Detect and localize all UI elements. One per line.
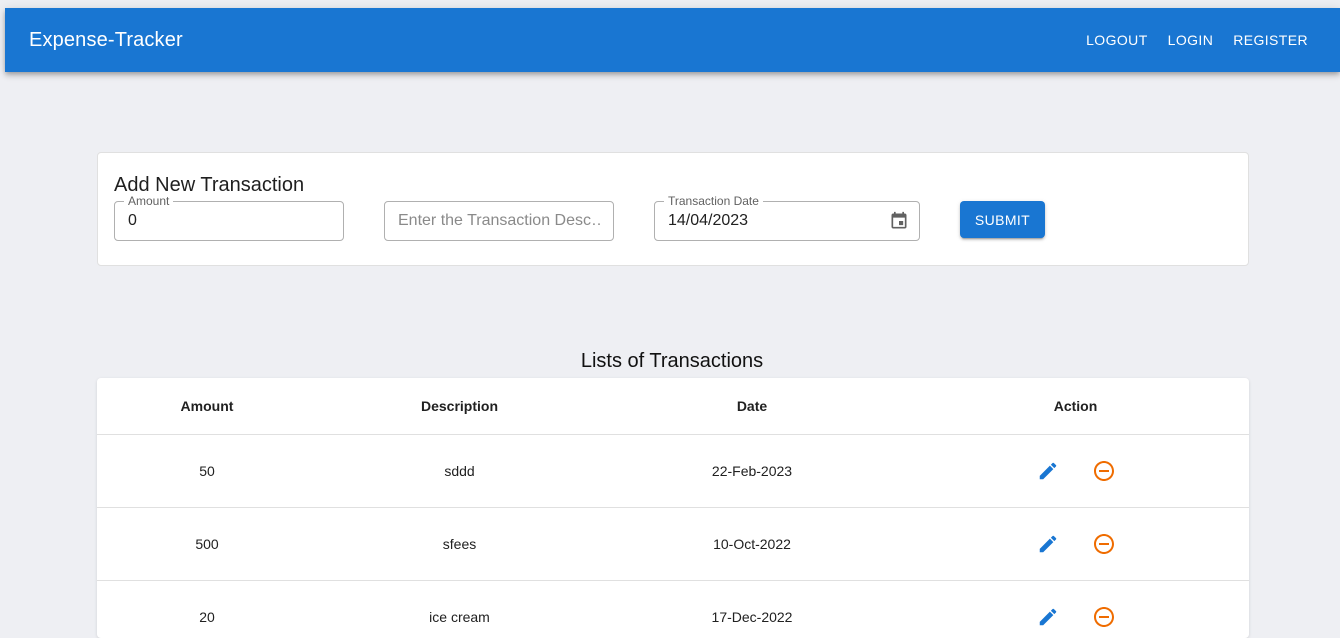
- row-date: 10-Oct-2022: [713, 536, 791, 552]
- row-description: sddd: [444, 463, 475, 479]
- date-input[interactable]: [655, 202, 919, 240]
- table-row: 50 sddd 22-Feb-2023: [97, 435, 1249, 508]
- table-row: 20 ice cream 17-Dec-2022: [97, 581, 1249, 638]
- row-amount: 20: [199, 609, 215, 625]
- pencil-icon: [1039, 535, 1056, 553]
- column-header-date: Date: [736, 398, 768, 414]
- description-input[interactable]: [385, 202, 613, 240]
- list-title: Lists of Transactions: [580, 350, 764, 372]
- row-date: 17-Dec-2022: [711, 609, 793, 625]
- add-transaction-card: Add New Transaction Amount Transaction D…: [97, 152, 1249, 266]
- description-field: [384, 201, 614, 241]
- submit-button[interactable]: SUBMIT: [960, 201, 1045, 238]
- column-header-amount: Amount: [180, 398, 234, 414]
- nav-links: LOGOUT LOGIN REGISTER: [1078, 26, 1316, 54]
- amount-field: Amount: [114, 194, 344, 241]
- row-actions: [902, 508, 1249, 580]
- edit-button[interactable]: [1028, 451, 1068, 491]
- delete-button[interactable]: [1084, 524, 1124, 564]
- app-bar: Expense-Tracker LOGOUT LOGIN REGISTER: [5, 8, 1340, 72]
- register-button[interactable]: REGISTER: [1225, 26, 1316, 54]
- row-amount: 500: [195, 536, 219, 552]
- app-title: Expense-Tracker: [29, 28, 183, 51]
- table-row: 500 sfees 10-Oct-2022: [97, 508, 1249, 581]
- table-header: Amount Description Date Action: [97, 378, 1249, 435]
- minus-circle-icon: [1093, 534, 1114, 554]
- amount-input[interactable]: [115, 202, 343, 240]
- pencil-icon: [1039, 462, 1056, 480]
- column-header-action: Action: [1053, 398, 1098, 414]
- row-actions: [902, 581, 1249, 638]
- minus-circle-icon: [1093, 461, 1114, 481]
- logout-button[interactable]: LOGOUT: [1078, 26, 1156, 54]
- edit-button[interactable]: [1028, 524, 1068, 564]
- login-button[interactable]: LOGIN: [1160, 26, 1222, 54]
- column-header-description: Description: [420, 398, 498, 414]
- date-field: Transaction Date: [654, 194, 920, 241]
- delete-button[interactable]: [1084, 451, 1124, 491]
- pencil-icon: [1039, 608, 1056, 626]
- delete-button[interactable]: [1084, 597, 1124, 637]
- minus-circle-icon: [1093, 607, 1114, 627]
- row-actions: [902, 435, 1249, 507]
- row-amount: 50: [199, 463, 215, 479]
- row-description: sfees: [442, 536, 477, 552]
- transactions-table: Amount Description Date Action 50 sddd 2…: [97, 378, 1249, 638]
- calendar-icon[interactable]: [889, 211, 909, 231]
- row-description: ice cream: [429, 609, 490, 625]
- edit-button[interactable]: [1028, 597, 1068, 637]
- row-date: 22-Feb-2023: [711, 463, 793, 479]
